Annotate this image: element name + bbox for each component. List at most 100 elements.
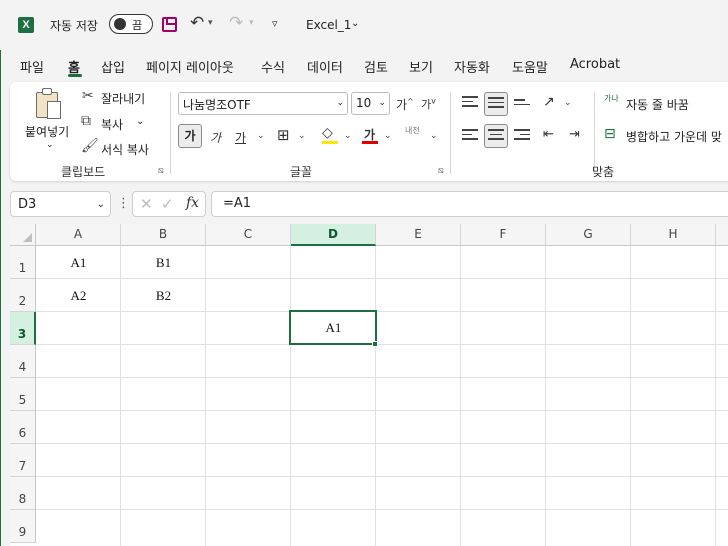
tab-data[interactable]: 데이터: [307, 57, 343, 76]
redo-icon[interactable]: ↷: [229, 13, 243, 33]
fill-color-icon[interactable]: ◇: [322, 125, 333, 141]
cell-a2[interactable]: A2: [36, 288, 121, 304]
scissors-icon[interactable]: ✂: [82, 88, 94, 104]
bold-button[interactable]: 가: [178, 124, 202, 148]
font-color-dropdown-icon[interactable]: ⌄: [384, 131, 392, 141]
cell-b1[interactable]: B1: [121, 255, 206, 271]
tab-insert[interactable]: 삽입: [101, 57, 125, 76]
align-right-icon[interactable]: [514, 129, 530, 143]
tab-automate[interactable]: 자동화: [454, 57, 490, 76]
row-header-8[interactable]: 8: [10, 477, 36, 510]
phonetic-guide-button[interactable]: 내천: [405, 125, 420, 136]
tab-help[interactable]: 도움말: [512, 57, 548, 76]
decrease-font-size-button[interactable]: 가v: [421, 96, 436, 112]
font-name-value: 나눔명조OTF: [183, 98, 251, 112]
row-header-5[interactable]: 5: [10, 378, 36, 411]
column-header-d[interactable]: D: [291, 224, 376, 246]
increase-font-size-button[interactable]: 가^: [396, 96, 414, 113]
copy-dropdown-icon[interactable]: ⌄: [136, 116, 144, 127]
tab-file[interactable]: 파일: [20, 57, 44, 76]
tab-acrobat[interactable]: Acrobat: [570, 57, 620, 72]
gridline: [36, 410, 728, 411]
wrap-text-button[interactable]: 자동 줄 바꿈: [626, 96, 689, 113]
group-divider: [170, 92, 171, 174]
fill-color-swatch: [322, 141, 338, 144]
tab-review[interactable]: 검토: [364, 57, 388, 76]
undo-icon[interactable]: ↶: [190, 13, 204, 33]
row-header-4[interactable]: 4: [10, 345, 36, 378]
clipboard-launcher-icon[interactable]: ⧅: [158, 166, 164, 176]
cancel-icon[interactable]: ✕: [140, 195, 153, 213]
font-launcher-icon[interactable]: ⧅: [438, 166, 444, 176]
phonetic-dropdown-icon[interactable]: ⌄: [430, 131, 438, 141]
column-header-e[interactable]: E: [376, 224, 461, 246]
column-header-g[interactable]: G: [546, 224, 631, 246]
row-header-7[interactable]: 7: [10, 444, 36, 477]
orientation-icon[interactable]: ↗: [543, 94, 555, 110]
save-icon[interactable]: [162, 17, 177, 32]
row-header-6[interactable]: 6: [10, 411, 36, 444]
italic-button[interactable]: 가: [210, 129, 221, 146]
column-header-a[interactable]: A: [36, 224, 121, 246]
formula-value: =A1: [223, 196, 252, 211]
gridline: [36, 311, 728, 312]
border-dropdown-icon[interactable]: ⌄: [298, 131, 306, 141]
fill-handle[interactable]: [372, 341, 378, 347]
cell-d3[interactable]: A1: [291, 320, 376, 336]
cell-b2[interactable]: B2: [121, 288, 206, 304]
decrease-indent-icon[interactable]: ⇤: [543, 127, 554, 142]
align-top-icon[interactable]: [462, 96, 478, 110]
copy-icon[interactable]: ⧉: [81, 113, 91, 129]
align-bottom-icon[interactable]: [514, 99, 530, 113]
fill-color-dropdown-icon[interactable]: ⌄: [344, 131, 352, 141]
column-header-f[interactable]: F: [461, 224, 546, 246]
align-left-icon[interactable]: [462, 129, 478, 143]
autosave-toggle[interactable]: 끔: [109, 14, 153, 34]
row-header-9[interactable]: 9: [10, 510, 36, 543]
cut-button[interactable]: 잘라내기: [101, 90, 145, 107]
toggle-knob: [114, 18, 126, 30]
increase-indent-icon[interactable]: ⇥: [569, 127, 580, 142]
column-header-b[interactable]: B: [121, 224, 206, 246]
merge-center-button[interactable]: 병합하고 가운데 맞: [626, 128, 722, 145]
document-title[interactable]: Excel_1: [306, 18, 351, 32]
more-options-icon[interactable]: ⋮: [117, 196, 130, 211]
paste-icon[interactable]: [36, 88, 62, 120]
underline-dropdown-icon[interactable]: ⌄: [257, 131, 265, 141]
format-painter-button[interactable]: 서식 복사: [101, 141, 149, 158]
copy-button[interactable]: 복사: [101, 116, 123, 133]
wrap-text-icon[interactable]: 가나: [604, 95, 619, 103]
enter-icon[interactable]: ✓: [161, 195, 174, 213]
column-header-c[interactable]: C: [206, 224, 291, 246]
column-header-h[interactable]: H: [631, 224, 716, 246]
row-header-3[interactable]: 3: [10, 312, 36, 345]
undo-dropdown-icon[interactable]: ▾: [208, 18, 213, 28]
underline-button[interactable]: 가: [235, 129, 246, 146]
border-icon[interactable]: ⊞: [277, 126, 290, 144]
tab-page-layout[interactable]: 페이지 레이아웃: [146, 57, 234, 76]
font-group-label: 글꼴: [290, 165, 313, 179]
tab-view[interactable]: 보기: [409, 57, 433, 76]
paintbrush-icon[interactable]: 🖌: [81, 138, 99, 154]
paste-button[interactable]: 붙여넣기: [25, 123, 69, 140]
tab-formulas[interactable]: 수식: [261, 57, 285, 76]
spreadsheet-grid[interactable]: A B C D E F G H 1 2 3 4 5 6 7 8 9 A1 B1 …: [10, 224, 728, 546]
orientation-dropdown-icon[interactable]: ⌄: [564, 98, 572, 108]
row-header-1[interactable]: 1: [10, 246, 36, 279]
row-header-2[interactable]: 2: [10, 279, 36, 312]
select-all-button[interactable]: [10, 224, 36, 246]
cell-a1[interactable]: A1: [36, 255, 121, 271]
font-color-swatch: [362, 141, 378, 144]
paste-dropdown-icon[interactable]: ⌄: [46, 140, 54, 150]
column-header-partial[interactable]: [716, 224, 728, 246]
redo-dropdown-icon[interactable]: ▾: [249, 18, 254, 28]
chevron-down-icon[interactable]: ⌄: [351, 18, 359, 29]
merge-center-icon[interactable]: ⊟: [604, 126, 616, 142]
font-name-select[interactable]: 나눔명조OTF ⌄: [178, 92, 348, 115]
group-divider: [594, 92, 595, 174]
name-box[interactable]: D3 ⌄: [10, 191, 111, 217]
customize-quick-access-icon[interactable]: ▿: [272, 17, 278, 30]
formula-input[interactable]: =A1: [211, 191, 728, 217]
insert-function-button[interactable]: fx: [186, 195, 199, 211]
font-size-select[interactable]: 10 ⌄: [351, 92, 390, 115]
